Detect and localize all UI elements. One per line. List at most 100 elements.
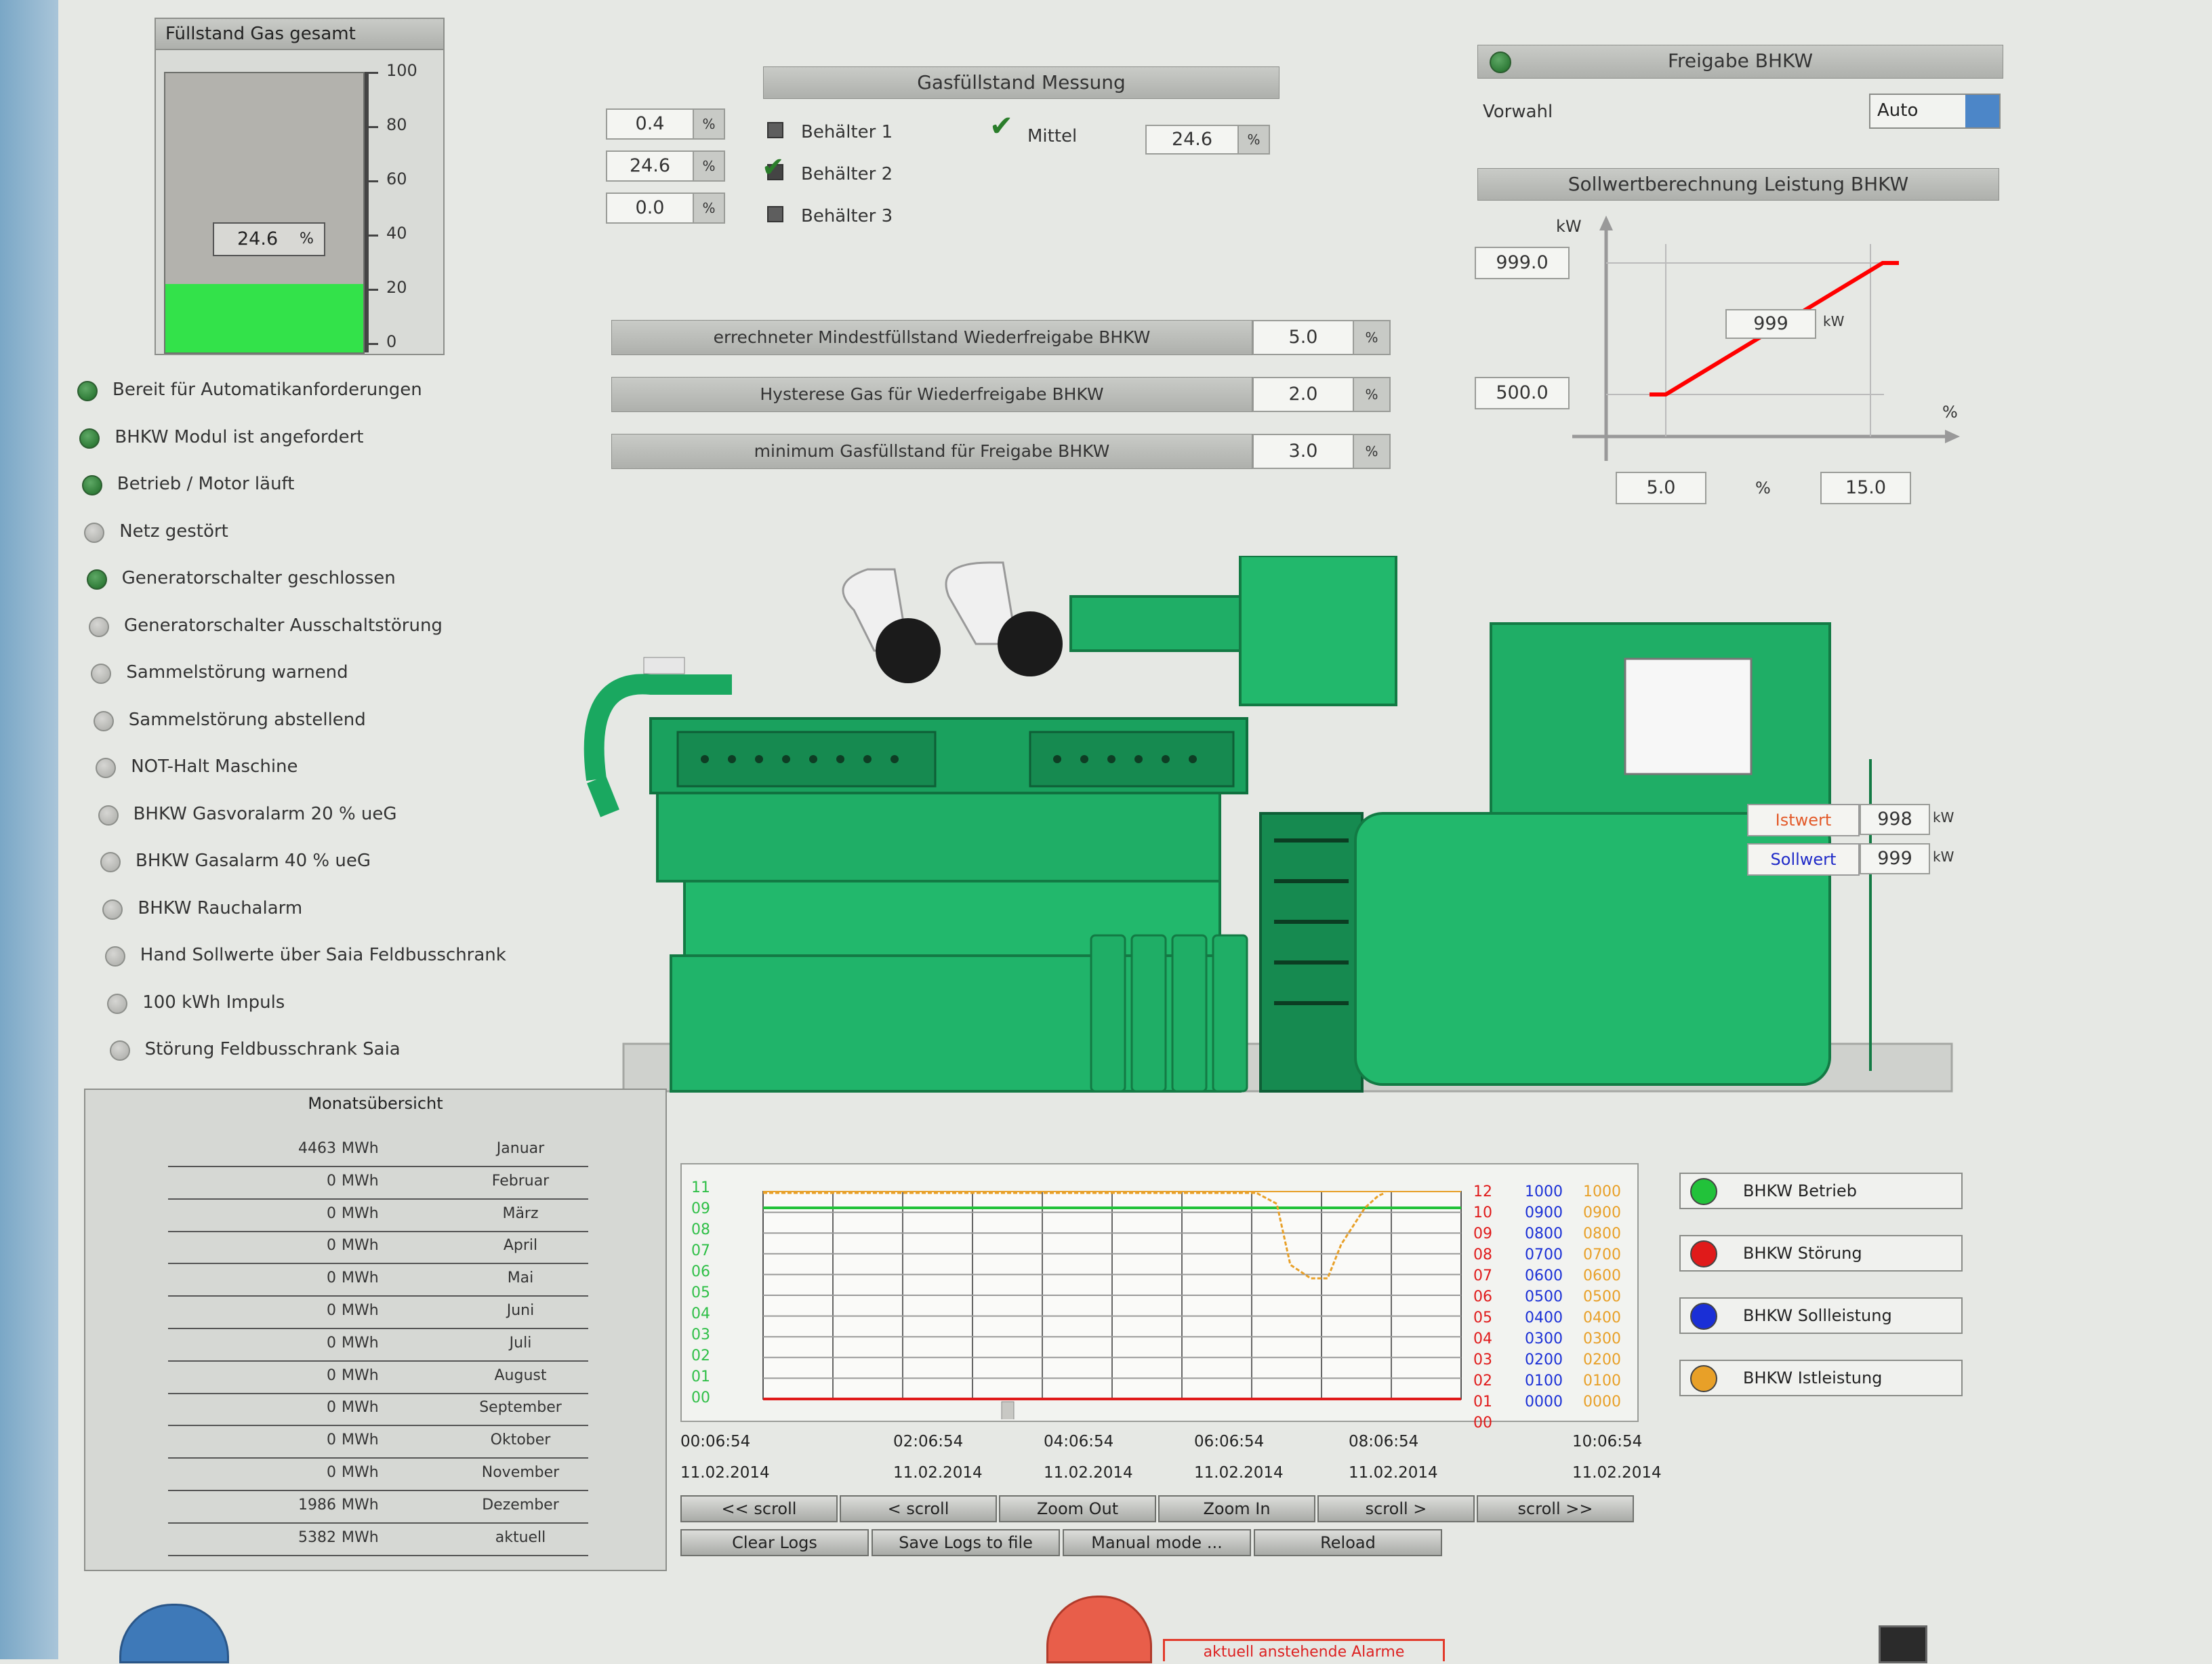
status-label: 100 kWh Impuls [142, 992, 285, 1013]
freigabe-title: Freigabe BHKW [1667, 49, 1814, 72]
vorwahl-select[interactable]: Auto [1869, 94, 2001, 129]
trend-red-tick: 02 [1473, 1373, 1492, 1389]
trend-left-tick: 11 [691, 1179, 710, 1196]
trend-nav-button[interactable]: Zoom In [1158, 1495, 1315, 1522]
left-edge-strip [0, 0, 58, 1659]
trend-red-tick: 01 [1473, 1394, 1492, 1411]
trend-log-button[interactable]: Save Logs to file [872, 1529, 1060, 1556]
vorwahl-value: Auto [1877, 100, 1919, 121]
sollwert-y-high[interactable]: 999.0 [1475, 247, 1570, 279]
legend-label: BHKW Betrieb [1743, 1181, 1857, 1200]
istwert-value: 998 [1860, 804, 1930, 835]
monthly-row-unit: MWh [342, 1334, 379, 1352]
fill-level-tick [366, 72, 378, 74]
active-alarms-link[interactable]: aktuell anstehende Alarme [1163, 1639, 1445, 1661]
trend-log-button[interactable]: Reload [1254, 1529, 1442, 1556]
status-label: Bereit für Automatikanforderungen [112, 380, 422, 400]
door-icon[interactable] [1879, 1625, 1927, 1663]
status-label: BHKW Rauchalarm [138, 897, 303, 918]
trend-nav-button[interactable]: scroll > [1317, 1495, 1475, 1522]
monthly-row-month: Mai [507, 1270, 534, 1287]
trend-nav-button[interactable]: Zoom Out [999, 1495, 1156, 1522]
fill-level-tick-label: 40 [386, 224, 407, 243]
container-label: Behälter 1 [801, 122, 893, 142]
trend-legend-item: BHKW Istleistung [1679, 1360, 1963, 1396]
status-label: Netz gestört [119, 521, 228, 542]
trend-left-tick: 07 [691, 1242, 710, 1259]
freigabe-title-bar: Freigabe BHKW [1477, 45, 2003, 79]
container-checkbox[interactable] [767, 206, 783, 222]
sollwert-x-high[interactable]: 15.0 [1820, 472, 1911, 504]
container-label: Behälter 3 [801, 206, 893, 226]
status-led [109, 1040, 130, 1061]
sollwert-y-low[interactable]: 500.0 [1475, 377, 1570, 409]
monthly-row-month: Juli [509, 1334, 532, 1352]
fill-level-tick-label: 0 [386, 332, 397, 351]
trend-log-button[interactable]: Clear Logs [680, 1529, 869, 1556]
trend-log-button[interactable]: Manual mode ... [1063, 1529, 1251, 1556]
fill-level-unit: % [300, 230, 314, 247]
monthly-row-month: November [481, 1464, 560, 1481]
monthly-row-value: 0 [327, 1302, 336, 1319]
monthly-row-unit: MWh [342, 1399, 379, 1417]
trend-time: 04:06:54 [1044, 1433, 1114, 1450]
setting-value[interactable]: 3.0 [1252, 434, 1354, 469]
sollwert-current-unit: kW [1823, 313, 1845, 329]
sollwert-x-mid-unit: % [1755, 479, 1771, 498]
setting-value[interactable]: 2.0 [1252, 377, 1354, 412]
monthly-row-value: 0 [327, 1237, 336, 1255]
status-label: Störung Feldbusschrank Saia [144, 1039, 401, 1059]
monthly-row: 4463 MWh Januar [168, 1135, 588, 1167]
trend-date: 11.02.2014 [1044, 1464, 1133, 1482]
monthly-row-value: 1986 [298, 1496, 336, 1514]
trend-date: 11.02.2014 [893, 1464, 983, 1482]
mittel-unit: % [1237, 125, 1270, 155]
sollwert-x-low[interactable]: 5.0 [1616, 472, 1706, 504]
vorwahl-dropdown-icon[interactable] [1965, 95, 1999, 127]
status-led [100, 852, 121, 872]
trend-left-tick: 03 [691, 1326, 710, 1343]
trend-orange-tick: 0300 [1583, 1331, 1621, 1347]
trend-left-tick: 02 [691, 1347, 710, 1364]
trend-orange-tick: 0700 [1583, 1246, 1621, 1263]
trend-orange-tick: 0100 [1583, 1373, 1621, 1389]
sollwert-current-value: 999 [1725, 309, 1816, 339]
setting-value[interactable]: 5.0 [1252, 320, 1354, 355]
vorwahl-label: Vorwahl [1483, 102, 1553, 122]
trend-orange-tick: 0600 [1583, 1267, 1621, 1284]
mittel-label: Mittel [1027, 126, 1078, 146]
trend-orange-tick: 0400 [1583, 1310, 1621, 1326]
trend-legend-item: BHKW Betrieb [1679, 1173, 1963, 1209]
setting-label: minimum Gasfüllstand für Freigabe BHKW [611, 434, 1252, 469]
alarm-bell-icon[interactable] [1046, 1596, 1152, 1663]
legend-color-dot [1690, 1178, 1717, 1205]
monthly-row-unit: MWh [342, 1204, 379, 1222]
monthly-row-month: August [494, 1366, 547, 1384]
mittel-check-icon: ✔ [989, 109, 1014, 142]
status-led [89, 616, 109, 637]
trend-left-tick: 00 [691, 1389, 710, 1406]
fill-level-tick-label: 80 [386, 115, 407, 134]
back-arrow-icon[interactable] [119, 1604, 229, 1663]
setting-unit: % [1353, 377, 1391, 412]
fill-level-tick-label: 100 [386, 61, 417, 80]
container-checkbox[interactable] [767, 122, 783, 138]
status-label: Generatorschalter Ausschaltstörung [124, 615, 443, 636]
trend-orange-tick: 0900 [1583, 1204, 1621, 1221]
sollwert-calc-title: Sollwertberechnung Leistung BHKW [1477, 168, 1999, 201]
monthly-row-unit: MWh [342, 1172, 379, 1190]
monthly-row-unit: MWh [342, 1302, 379, 1319]
trend-nav-button[interactable]: scroll >> [1477, 1495, 1634, 1522]
trend-nav-button[interactable]: < scroll [840, 1495, 997, 1522]
setting-label: Hysterese Gas für Wiederfreigabe BHKW [611, 377, 1252, 412]
trend-time: 02:06:54 [893, 1433, 964, 1450]
trend-nav-button[interactable]: << scroll [680, 1495, 838, 1522]
trend-blue-tick: 0000 [1525, 1394, 1563, 1411]
monthly-row-unit: MWh [342, 1432, 379, 1449]
trend-date: 11.02.2014 [1349, 1464, 1438, 1482]
status-label: BHKW Gasvoralarm 20 % ueG [133, 803, 397, 824]
monthly-row: 0 MWh Juli [168, 1329, 588, 1362]
trend-date: 11.02.2014 [680, 1464, 770, 1482]
trend-blue-tick: 0400 [1525, 1310, 1563, 1326]
trend-orange-tick: 0800 [1583, 1225, 1621, 1242]
